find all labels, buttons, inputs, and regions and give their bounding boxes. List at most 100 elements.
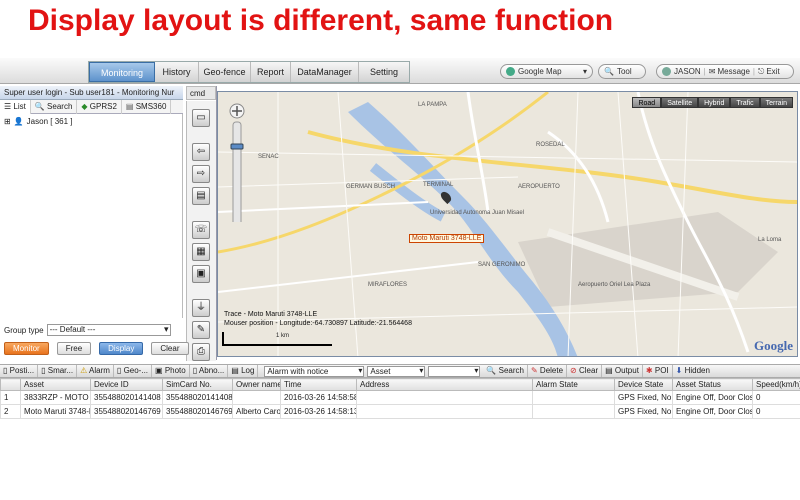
column-header[interactable]: Owner name: [232, 378, 281, 391]
asset-search-input[interactable]: [428, 365, 481, 377]
map-label: ROSEDAL: [536, 142, 565, 148]
output-button[interactable]: ▤ Output: [602, 365, 643, 377]
clear-list-button[interactable]: ⊘ Clear: [567, 365, 603, 377]
map-tool-column: ▭ ⇦ ⇨ ▤ ☏ ▦ ▣ ⏚ ✎ ⎙: [186, 101, 216, 361]
tab-data-manager[interactable]: DataManager: [291, 62, 359, 82]
photo-icon: ▣: [155, 366, 163, 375]
tab-photo-label: Photo: [164, 366, 186, 375]
table-cell: 2016-03-26 14:58:58: [280, 390, 357, 405]
tab-sms[interactable]: ▤ SMS360: [122, 100, 172, 114]
tab-history[interactable]: History: [155, 62, 199, 82]
zoom-control[interactable]: [228, 102, 246, 222]
tab-log[interactable]: ▤ Log: [228, 365, 259, 377]
tab-gprs-label: GPRS2: [89, 102, 117, 111]
table-cell: [532, 404, 615, 419]
table-row[interactable]: 2 Moto Maruti 3748-LL 355488020146769 35…: [0, 404, 800, 419]
expand-icon[interactable]: ⊞: [4, 117, 11, 126]
clear-button[interactable]: Clear: [151, 342, 189, 355]
exit-link[interactable]: Exit: [766, 67, 779, 76]
group-type-label: Group type: [4, 325, 44, 335]
cmd-button[interactable]: cmd: [186, 86, 216, 100]
message-icon: ✉: [708, 67, 716, 76]
output-button-label: Output: [614, 366, 639, 375]
hidden-button-label: Hidden: [684, 366, 710, 375]
main-nav: Monitoring History Geo-fence Report Data…: [88, 61, 410, 83]
gprs-icon: ◆: [81, 102, 88, 111]
tab-position[interactable]: ▯ Posti...: [0, 365, 39, 377]
search-button-label: Search: [498, 366, 524, 375]
alarm-icon: ⚠: [80, 366, 88, 375]
search-button[interactable]: 🔍 Search: [483, 365, 528, 377]
funnel-icon[interactable]: ⏚: [192, 299, 210, 317]
map-type-terrain[interactable]: Terrain: [759, 97, 793, 108]
column-header[interactable]: Time: [280, 378, 357, 391]
print-icon[interactable]: ⎙: [192, 343, 210, 361]
map-provider-select[interactable]: Google Map ▾: [500, 64, 593, 79]
column-header[interactable]: [0, 378, 21, 391]
tab-search[interactable]: 🔍 Search: [31, 100, 78, 114]
tab-report[interactable]: Report: [251, 62, 291, 82]
column-header[interactable]: Device ID: [90, 378, 163, 391]
tab-monitoring[interactable]: Monitoring: [89, 62, 155, 82]
map-type-traffic[interactable]: Trafic: [730, 97, 760, 108]
display-button[interactable]: Display: [99, 342, 144, 355]
map-view[interactable]: Road Satellite Hybrid Trafic Terrain LA …: [217, 91, 798, 357]
message-link[interactable]: Message: [717, 67, 749, 76]
arrow-left-icon[interactable]: ⇦: [192, 143, 210, 161]
grid-icon[interactable]: ▣: [192, 265, 210, 283]
column-header[interactable]: Address: [356, 378, 533, 391]
map-type-road[interactable]: Road: [632, 97, 662, 108]
group-type-select[interactable]: --- Default ---: [46, 324, 171, 336]
search-icon: 🔍: [604, 67, 614, 76]
user-name[interactable]: JASON: [674, 67, 701, 76]
table-cell: GPS Fixed, No Lo: [614, 404, 673, 419]
alarm-filter-value: Alarm with notice: [267, 366, 329, 376]
column-header[interactable]: Speed(km/h): [752, 378, 800, 391]
delete-button[interactable]: ✎ Delete: [528, 365, 568, 377]
column-header[interactable]: Device State: [614, 378, 673, 391]
asset-filter-value: Asset: [370, 366, 391, 376]
tree-item[interactable]: ⊞ 👤 Jason [ 361 ]: [4, 117, 178, 126]
monitor-button[interactable]: Monitor: [4, 342, 49, 355]
tab-abnormal[interactable]: ▯ Abno...: [190, 365, 229, 377]
map-type-satellite[interactable]: Satellite: [661, 97, 699, 108]
group-type-row: Group type --- Default ---: [4, 324, 171, 336]
sound-icon[interactable]: ▦: [192, 243, 210, 261]
vehicle-label[interactable]: Moto Maruti 3748-LLE: [409, 234, 485, 243]
map-type-hybrid[interactable]: Hybrid: [698, 97, 731, 108]
map-scale: 1 km: [222, 332, 332, 346]
asset-filter-select[interactable]: Asset: [367, 365, 426, 377]
wrench-icon[interactable]: ✎: [192, 321, 210, 339]
map-label: La Loma: [758, 237, 782, 243]
column-header[interactable]: Asset Status: [672, 378, 753, 391]
tab-setting[interactable]: Setting: [359, 62, 409, 82]
poi-button[interactable]: ✱ POI: [643, 365, 673, 377]
arrow-right-icon[interactable]: ⇨: [192, 165, 210, 183]
phone-icon[interactable]: ☏: [192, 221, 210, 239]
screen-icon[interactable]: ▭: [192, 109, 210, 127]
cmd-label: cmd: [190, 89, 206, 98]
hidden-button[interactable]: ⬇ Hidden: [673, 365, 713, 377]
tab-list[interactable]: ☰ List: [0, 100, 31, 114]
table-cell: 2: [0, 404, 21, 419]
sms-icon: ▤: [125, 102, 134, 111]
tab-geo[interactable]: ▯ Geo-...: [114, 365, 153, 377]
tab-gprs[interactable]: ◆ GPRS2: [77, 100, 122, 114]
column-header[interactable]: SimCard No.: [162, 378, 233, 391]
column-header[interactable]: Alarm State: [532, 378, 615, 391]
column-header[interactable]: Asset: [20, 378, 91, 391]
tab-geo-fence[interactable]: Geo-fence: [199, 62, 251, 82]
table-cell: 2016-03-26 14:58:13: [280, 404, 357, 419]
tool-button[interactable]: 🔍 Tool: [598, 64, 646, 79]
tab-photo[interactable]: ▣ Photo: [152, 365, 190, 377]
page-footer: [0, 458, 800, 500]
tab-alarm[interactable]: ⚠ Alarm: [77, 365, 114, 377]
map-info: Trace - Moto Maruti 3748-LLE Mouser posi…: [224, 310, 412, 328]
free-button[interactable]: Free: [56, 342, 92, 355]
table-row[interactable]: 1 3833RZP - MOTO 355488020141408 3554880…: [0, 390, 800, 405]
alarm-filter-select[interactable]: Alarm with notice: [264, 365, 365, 377]
tab-smart[interactable]: ▯ Smar...: [38, 365, 78, 377]
google-logo: Google: [754, 338, 793, 353]
table-cell: GPS Fixed, No Lo: [614, 390, 673, 405]
delete-icon[interactable]: ▤: [192, 187, 210, 205]
